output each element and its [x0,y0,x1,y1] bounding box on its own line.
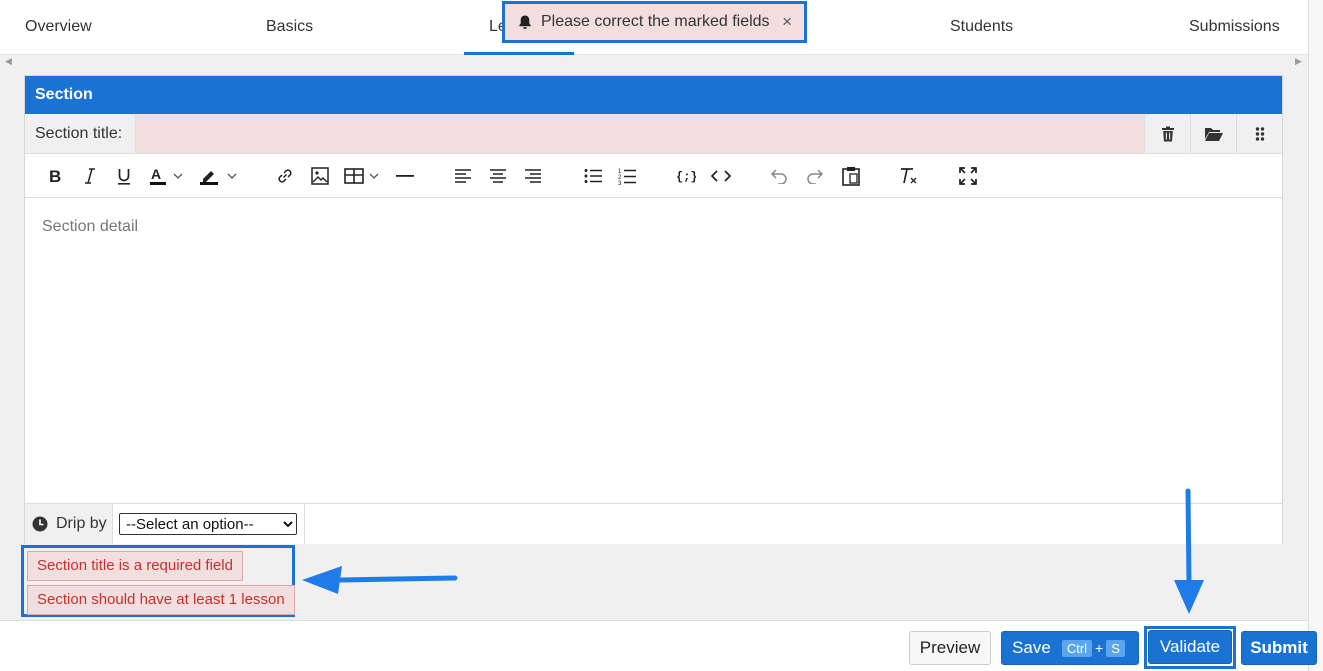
align-left-icon [455,169,471,183]
paste-button[interactable] [841,164,861,188]
italic-button[interactable] [81,164,99,188]
drip-label: Drip by [56,515,107,532]
link-button[interactable] [275,164,295,188]
fullscreen-icon [959,167,977,185]
scroll-left-icon[interactable]: ◀ [5,56,12,67]
save-button[interactable]: Save Ctrl + S [1001,631,1139,665]
error-lesson-required: Section should have at least 1 lesson [27,585,295,615]
table-icon [344,168,379,184]
tab-overview[interactable]: Overview [25,0,92,55]
section-header: Section [25,76,1282,114]
trash-icon [1161,126,1174,141]
numbered-list-icon: 123 [618,169,636,185]
horizontal-rule-button[interactable] [395,164,415,188]
kbd-ctrl: Ctrl [1061,639,1093,657]
underline-icon [118,168,130,185]
italic-icon [85,168,95,184]
clear-formatting-button[interactable] [899,164,919,188]
open-folder-button[interactable] [1190,114,1236,153]
tab-submissions[interactable]: Submissions [1189,0,1280,55]
drip-select[interactable]: --Select an option-- [119,513,297,535]
error-toast: Please correct the marked fields × [502,1,807,43]
toast-message: Please correct the marked fields [541,13,770,30]
clear-format-icon [901,168,917,184]
kbd-s: S [1106,639,1125,657]
underline-button[interactable] [115,164,133,188]
scroll-right-icon[interactable]: ▶ [1295,56,1302,67]
undo-icon [770,169,787,184]
highlight-color-button[interactable] [200,164,242,188]
highlighter-icon [200,171,237,185]
error-title-required: Section title is a required field [27,551,243,581]
section-title-label: Section title: [25,114,136,153]
redo-button[interactable] [805,164,825,188]
annotation-arrow-left-icon [302,566,458,594]
section-title-row: Section title: [25,114,1282,154]
close-icon[interactable]: × [782,12,792,32]
image-icon [311,167,329,185]
save-label: Save [1012,638,1051,657]
bullet-list-button[interactable] [583,164,603,188]
undo-button[interactable] [769,164,789,188]
redo-icon [807,169,824,184]
horizontal-line-icon [396,175,414,177]
svg-text:{;}: {;} [676,170,696,184]
image-button[interactable] [310,164,330,188]
align-right-button[interactable] [523,164,543,188]
delete-button[interactable] [1144,114,1190,153]
svg-text:B: B [49,168,61,184]
bold-icon: B [49,168,61,184]
clock-icon [32,516,48,532]
section-title-input[interactable] [136,114,1144,153]
table-button[interactable] [343,164,383,188]
bold-button[interactable]: B [45,164,65,188]
text-color-icon: A [150,166,183,185]
drag-handle[interactable] [1236,114,1282,153]
svg-text:A: A [151,166,161,182]
section-detail-editor[interactable]: Section detail [25,198,1282,503]
code-block-button[interactable]: {;} [675,164,697,188]
numbered-list-button[interactable]: 123 [617,164,637,188]
drip-label-cell: Drip by [25,504,113,544]
align-center-icon [490,169,506,183]
svg-text:3: 3 [618,181,622,185]
drip-row: Drip by --Select an option-- [25,503,1282,544]
folder-open-icon [1204,127,1223,141]
align-left-button[interactable] [453,164,473,188]
text-color-button[interactable]: A [149,164,189,188]
clipboard-icon [842,167,860,186]
annotation-arrow-down-icon [1174,488,1204,614]
grip-icon [1255,126,1264,141]
link-icon [278,169,292,183]
editor-toolbar: B A 1 2 3 {;} [25,154,1282,198]
fullscreen-button[interactable] [958,164,978,188]
error-list: Section title is a required field Sectio… [21,545,295,617]
bell-icon [519,15,531,30]
submit-button[interactable]: Submit [1241,631,1317,665]
source-code-button[interactable] [710,164,732,188]
validate-button[interactable]: Validate [1148,630,1232,664]
kbd-plus: + [1095,640,1104,656]
section-panel: Section Section title: B A 1 2 3 {;} Sec… [24,75,1283,544]
tab-basics[interactable]: Basics [266,0,313,55]
code-icon [711,170,731,182]
align-right-icon [525,169,541,183]
tab-students[interactable]: Students [950,0,1013,55]
code-braces-icon: {;} [676,170,696,184]
right-scrollbar[interactable] [1308,0,1323,671]
align-center-button[interactable] [488,164,508,188]
bullet-list-icon [584,169,602,183]
preview-button[interactable]: Preview [909,631,991,665]
drip-select-cell: --Select an option-- [113,504,305,544]
